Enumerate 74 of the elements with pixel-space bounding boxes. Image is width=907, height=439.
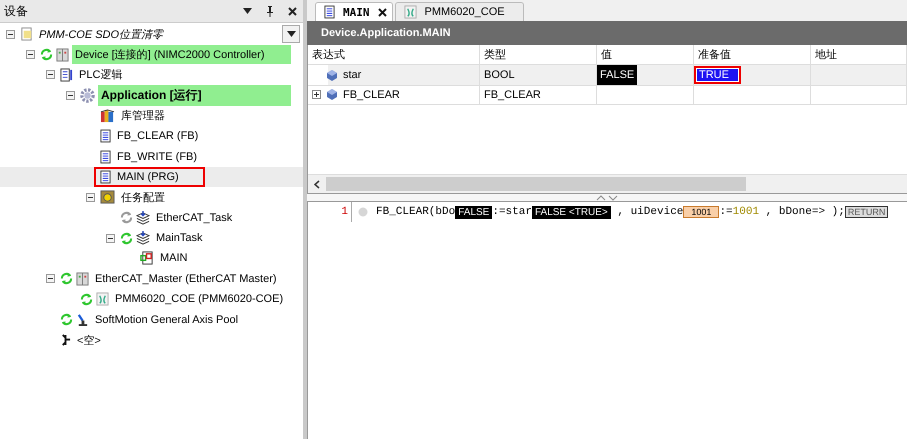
inline-value: FALSE <TRUE> [532,206,611,218]
tree-item[interactable]: FB_WRITE (FB) [114,148,200,165]
document-icon [100,129,111,144]
document-icon [100,170,111,184]
collapse-icon[interactable] [106,234,115,243]
panel-title: 设备 [4,2,28,20]
tree-item[interactable]: MainTask [153,230,206,246]
splitter-icon[interactable] [595,194,619,200]
tree-item[interactable]: PMM6020_COE (PMM6020-COE) [112,291,286,308]
axis-icon [76,312,89,327]
horizontal-scrollbar[interactable] [308,174,907,193]
close-icon[interactable] [288,6,297,16]
dropdown-button[interactable] [282,25,300,43]
expand-icon[interactable] [312,90,321,99]
collapse-icon[interactable] [46,274,55,284]
inline-value: FALSE [455,206,492,218]
drive-icon [96,292,109,306]
collapse-icon[interactable] [6,30,15,39]
collapse-icon[interactable] [66,90,75,100]
document-icon [20,27,33,42]
line-number: 1 [308,202,352,222]
tree-item[interactable]: FB_CLEAR (FB) [114,128,202,144]
collapse-icon[interactable] [26,50,35,60]
tree-item[interactable]: 库管理器 [118,106,168,126]
tree-item[interactable]: EtherCAT_Master (EtherCAT Master) [92,270,280,287]
stack-icon [136,210,150,225]
code-text: FB_CLEAR(bDo [376,206,456,218]
tree-item[interactable]: <空> [74,330,104,350]
scroll-left-icon[interactable] [314,180,320,188]
code-text: := [719,206,733,218]
variable-icon [327,89,337,100]
tree-item[interactable]: Device [连接的] (NIMC2000 Controller) [72,45,291,64]
tree-item[interactable]: PLC逻辑 [76,65,126,84]
expression-text: star [343,69,362,81]
code-text: 1001 [732,206,760,218]
program-icon [140,251,154,266]
stack-icon [136,231,150,246]
pin-icon[interactable] [266,6,274,16]
inline-value: 1001 [683,206,720,218]
task-config-icon [100,190,115,204]
document-icon [100,150,111,164]
editor-tab[interactable]: MAIN [315,2,392,21]
tree-item[interactable]: SoftMotion General Axis Pool [92,312,242,328]
document-icon [60,68,73,82]
close-icon[interactable] [378,8,386,16]
tree-item[interactable]: EtherCAT_Task [153,210,236,226]
editor-title: Device.Application.MAIN [321,27,451,39]
document-icon [324,5,335,19]
tree-item[interactable]: Application [运行] [98,84,291,106]
editor-tab[interactable]: PMM6020_COE [394,2,524,21]
expression-text: FB_CLEAR [343,88,400,100]
prepared-value[interactable]: TRUE [694,66,741,84]
dropdown-icon[interactable] [243,8,252,14]
code-text: :=star [492,206,532,218]
code-text: , uiDevice [616,206,684,218]
drive-icon [404,5,416,19]
value-text: FALSE [597,65,638,85]
gear-icon [80,88,95,103]
tree-item[interactable]: MAIN [157,250,190,266]
dropdown-icon[interactable] [286,31,296,37]
code-text: , bDone=> ); [764,206,845,218]
tree-item[interactable]: PMM-COE SDO位置清零 [36,24,166,44]
collapse-icon[interactable] [86,192,95,202]
variable-icon [327,70,337,80]
table-cell[interactable] [694,85,811,105]
connector-icon [60,333,71,348]
return-marker: RETURN [844,206,888,218]
cabinet-icon [56,48,69,62]
table-cell[interactable]: TRUE [694,65,811,86]
tree-item[interactable]: 任务配置 [118,188,168,207]
collapse-icon[interactable] [46,70,55,80]
cabinet-icon [76,272,89,286]
table-cell: FB_CLEAR [480,85,597,105]
books-icon [100,108,115,123]
